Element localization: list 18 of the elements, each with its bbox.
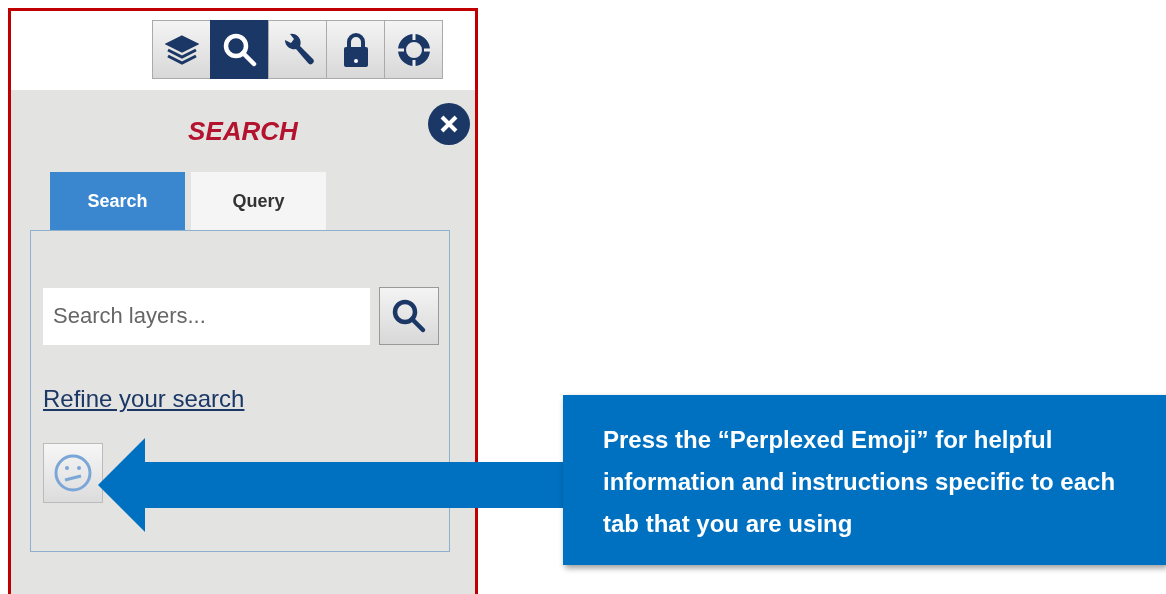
- tab[interactable]: Query: [191, 172, 326, 230]
- refine-search-link[interactable]: Refine your search: [43, 385, 245, 413]
- search-icon: [391, 298, 428, 334]
- close-button[interactable]: [428, 103, 470, 145]
- confused-face-icon: [52, 452, 94, 494]
- search-button[interactable]: [379, 287, 439, 345]
- tab[interactable]: Search: [50, 172, 185, 230]
- close-icon: [439, 114, 459, 134]
- toolbar-button[interactable]: [384, 20, 443, 79]
- lifebuoy-icon: [395, 31, 432, 68]
- toolbar-button[interactable]: [326, 20, 385, 79]
- toolbar-button[interactable]: [268, 20, 327, 79]
- toolbar-button[interactable]: [210, 20, 269, 79]
- search-field[interactable]: Search layers...: [43, 287, 371, 345]
- search-icon: [221, 31, 258, 68]
- toolbar-button[interactable]: [152, 20, 211, 79]
- panel-title: SEARCH: [188, 116, 298, 147]
- callout-text: Press the “Perplexed Emoji” for helpful information and instructions specific to each tab that you are using: [563, 395, 1166, 565]
